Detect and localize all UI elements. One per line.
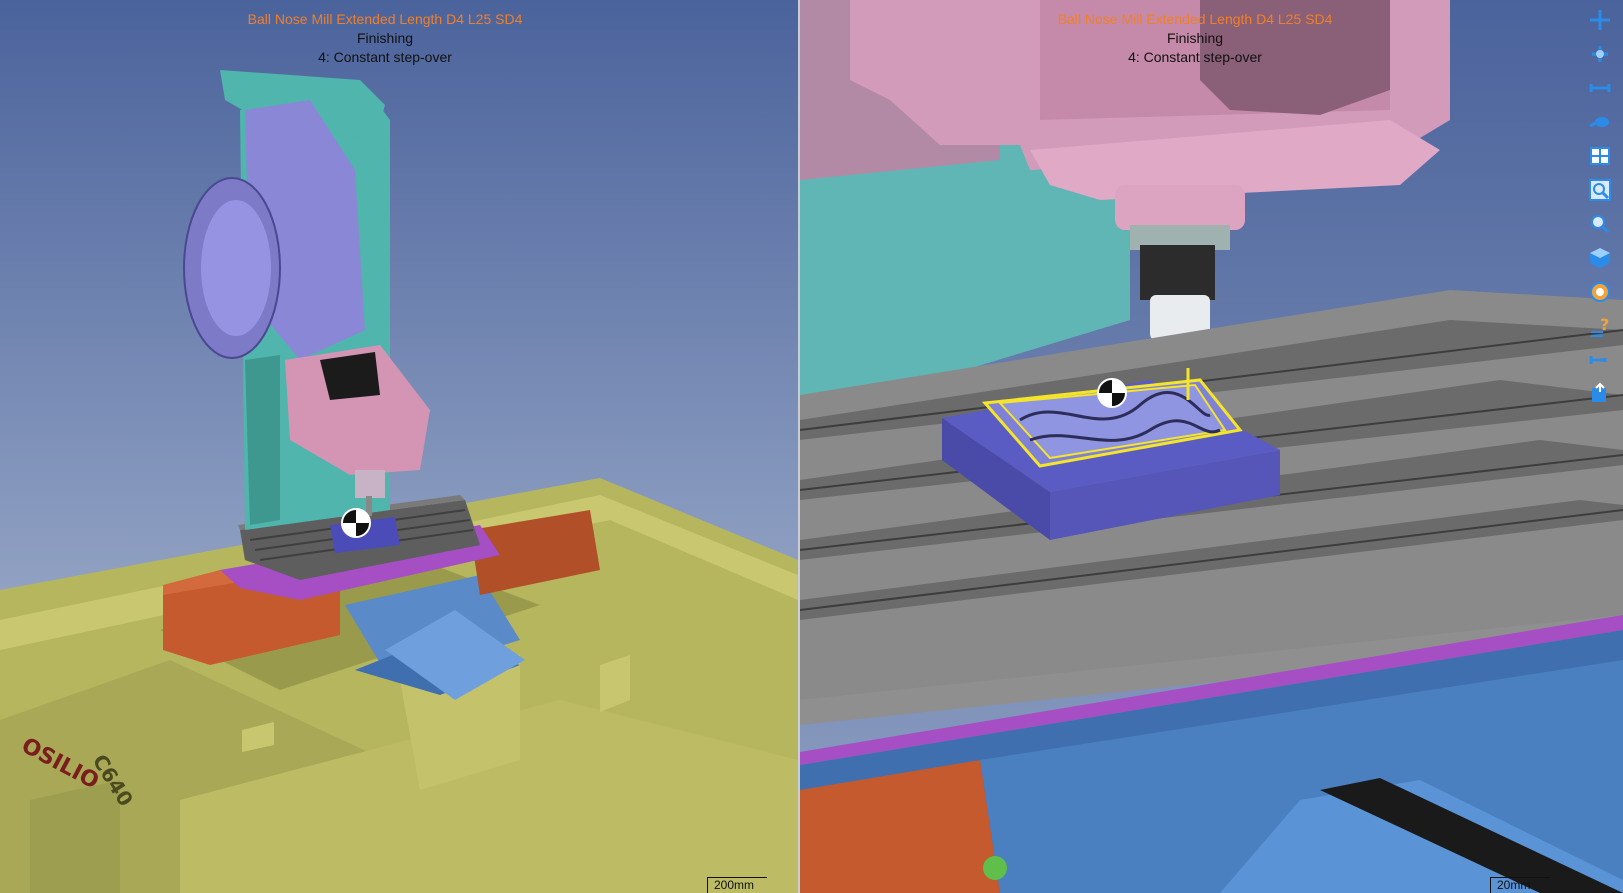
zoom-window-button[interactable] [1586, 176, 1614, 204]
zoom-window-icon [1589, 179, 1611, 201]
zoom-icon [1591, 215, 1610, 234]
export-button[interactable] [1586, 380, 1614, 408]
right-viewport[interactable]: Ball Nose Mill Extended Length D4 L25 SD… [800, 0, 1623, 893]
split-view-icon [1590, 147, 1610, 165]
shaded-view-button[interactable] [1586, 244, 1614, 272]
pan-move-icon [1590, 10, 1610, 30]
pan-move-button[interactable] [1586, 6, 1614, 34]
color-style-icon [1590, 282, 1610, 302]
scale-bar: 200mm [707, 877, 767, 893]
color-style-button[interactable] [1586, 278, 1614, 306]
help-query-button[interactable]: ? [1586, 312, 1614, 340]
rotate-view-icon [1592, 46, 1608, 62]
fit-view-button[interactable] [1586, 74, 1614, 102]
fit-view-icon [1589, 84, 1611, 92]
rotate-view-button[interactable] [1586, 40, 1614, 68]
left-machine-scene[interactable]: OSILIO C640 [0, 0, 798, 893]
tool-length-icon [1589, 356, 1607, 364]
view-direction-icon [1589, 117, 1609, 128]
tool-length-button[interactable] [1586, 346, 1614, 374]
left-viewport[interactable]: OSILIO C640 Ball Nose Mill Extended Leng… [0, 0, 798, 893]
zoom-button[interactable] [1586, 210, 1614, 238]
shaded-cube-icon [1590, 248, 1610, 268]
split-view-button[interactable] [1586, 142, 1614, 170]
export-icon [1592, 382, 1606, 402]
right-machine-scene[interactable] [800, 0, 1623, 893]
svg-text:?: ? [1600, 315, 1609, 334]
view-toolbar: ? [1583, 6, 1617, 414]
help-query-icon: ? [1591, 315, 1609, 337]
view-direction-button[interactable] [1586, 108, 1614, 136]
scale-bar: 20mm [1490, 877, 1550, 893]
